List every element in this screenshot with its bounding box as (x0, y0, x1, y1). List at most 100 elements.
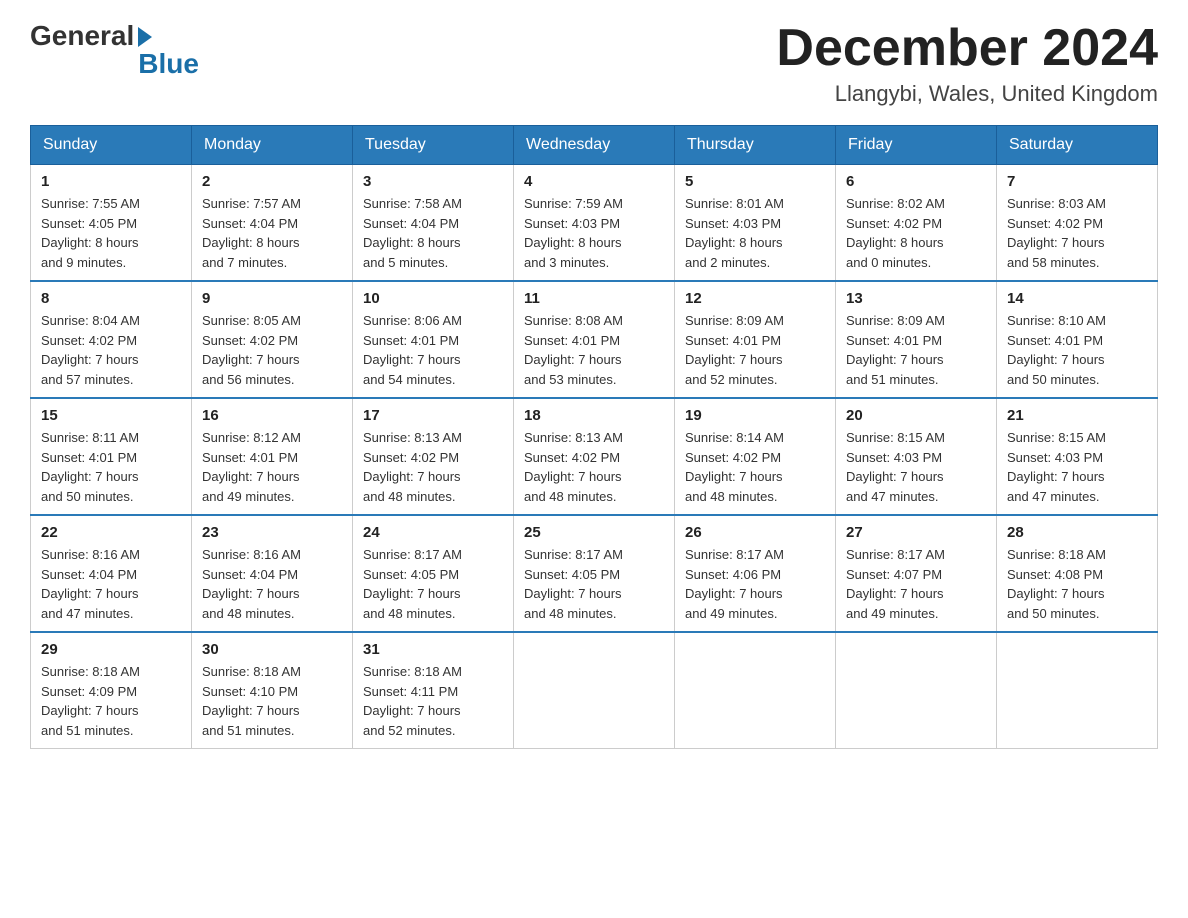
calendar-day-cell: 23 Sunrise: 8:16 AMSunset: 4:04 PMDaylig… (192, 515, 353, 632)
calendar-day-cell: 15 Sunrise: 8:11 AMSunset: 4:01 PMDaylig… (31, 398, 192, 515)
day-info: Sunrise: 8:01 AMSunset: 4:03 PMDaylight:… (685, 194, 825, 272)
day-number: 9 (202, 290, 342, 307)
day-info: Sunrise: 8:17 AMSunset: 4:06 PMDaylight:… (685, 545, 825, 623)
day-number: 10 (363, 290, 503, 307)
calendar-day-cell: 21 Sunrise: 8:15 AMSunset: 4:03 PMDaylig… (997, 398, 1158, 515)
day-info: Sunrise: 8:18 AMSunset: 4:09 PMDaylight:… (41, 662, 181, 740)
day-info: Sunrise: 8:03 AMSunset: 4:02 PMDaylight:… (1007, 194, 1147, 272)
day-info: Sunrise: 8:16 AMSunset: 4:04 PMDaylight:… (41, 545, 181, 623)
calendar-day-cell (675, 632, 836, 749)
day-info: Sunrise: 7:57 AMSunset: 4:04 PMDaylight:… (202, 194, 342, 272)
day-info: Sunrise: 8:09 AMSunset: 4:01 PMDaylight:… (685, 311, 825, 389)
day-info: Sunrise: 8:14 AMSunset: 4:02 PMDaylight:… (685, 428, 825, 506)
calendar-day-cell (836, 632, 997, 749)
calendar-day-cell: 4 Sunrise: 7:59 AMSunset: 4:03 PMDayligh… (514, 165, 675, 282)
calendar-day-cell: 11 Sunrise: 8:08 AMSunset: 4:01 PMDaylig… (514, 281, 675, 398)
day-number: 22 (41, 524, 181, 541)
day-number: 7 (1007, 173, 1147, 190)
day-info: Sunrise: 8:15 AMSunset: 4:03 PMDaylight:… (846, 428, 986, 506)
calendar-day-cell: 2 Sunrise: 7:57 AMSunset: 4:04 PMDayligh… (192, 165, 353, 282)
calendar-day-cell: 5 Sunrise: 8:01 AMSunset: 4:03 PMDayligh… (675, 165, 836, 282)
calendar-week-row: 1 Sunrise: 7:55 AMSunset: 4:05 PMDayligh… (31, 165, 1158, 282)
calendar-day-cell: 26 Sunrise: 8:17 AMSunset: 4:06 PMDaylig… (675, 515, 836, 632)
day-number: 17 (363, 407, 503, 424)
calendar-table: SundayMondayTuesdayWednesdayThursdayFrid… (30, 125, 1158, 749)
day-info: Sunrise: 8:05 AMSunset: 4:02 PMDaylight:… (202, 311, 342, 389)
calendar-header-friday: Friday (836, 126, 997, 165)
day-number: 13 (846, 290, 986, 307)
calendar-header-sunday: Sunday (31, 126, 192, 165)
calendar-header-tuesday: Tuesday (353, 126, 514, 165)
calendar-day-cell: 12 Sunrise: 8:09 AMSunset: 4:01 PMDaylig… (675, 281, 836, 398)
calendar-day-cell: 29 Sunrise: 8:18 AMSunset: 4:09 PMDaylig… (31, 632, 192, 749)
calendar-header-row: SundayMondayTuesdayWednesdayThursdayFrid… (31, 126, 1158, 165)
calendar-week-row: 15 Sunrise: 8:11 AMSunset: 4:01 PMDaylig… (31, 398, 1158, 515)
day-number: 12 (685, 290, 825, 307)
day-number: 3 (363, 173, 503, 190)
day-number: 19 (685, 407, 825, 424)
calendar-day-cell: 6 Sunrise: 8:02 AMSunset: 4:02 PMDayligh… (836, 165, 997, 282)
calendar-day-cell: 3 Sunrise: 7:58 AMSunset: 4:04 PMDayligh… (353, 165, 514, 282)
day-info: Sunrise: 8:16 AMSunset: 4:04 PMDaylight:… (202, 545, 342, 623)
calendar-day-cell: 22 Sunrise: 8:16 AMSunset: 4:04 PMDaylig… (31, 515, 192, 632)
day-number: 11 (524, 290, 664, 307)
day-number: 24 (363, 524, 503, 541)
calendar-day-cell: 1 Sunrise: 7:55 AMSunset: 4:05 PMDayligh… (31, 165, 192, 282)
calendar-week-row: 29 Sunrise: 8:18 AMSunset: 4:09 PMDaylig… (31, 632, 1158, 749)
day-info: Sunrise: 8:18 AMSunset: 4:10 PMDaylight:… (202, 662, 342, 740)
day-info: Sunrise: 8:11 AMSunset: 4:01 PMDaylight:… (41, 428, 181, 506)
calendar-day-cell: 18 Sunrise: 8:13 AMSunset: 4:02 PMDaylig… (514, 398, 675, 515)
calendar-day-cell (514, 632, 675, 749)
logo-blue-text: Blue (138, 48, 199, 80)
calendar-day-cell: 24 Sunrise: 8:17 AMSunset: 4:05 PMDaylig… (353, 515, 514, 632)
day-number: 4 (524, 173, 664, 190)
day-number: 26 (685, 524, 825, 541)
calendar-day-cell: 25 Sunrise: 8:17 AMSunset: 4:05 PMDaylig… (514, 515, 675, 632)
day-info: Sunrise: 7:59 AMSunset: 4:03 PMDaylight:… (524, 194, 664, 272)
day-number: 6 (846, 173, 986, 190)
calendar-day-cell: 31 Sunrise: 8:18 AMSunset: 4:11 PMDaylig… (353, 632, 514, 749)
calendar-day-cell: 14 Sunrise: 8:10 AMSunset: 4:01 PMDaylig… (997, 281, 1158, 398)
calendar-day-cell: 17 Sunrise: 8:13 AMSunset: 4:02 PMDaylig… (353, 398, 514, 515)
day-number: 1 (41, 173, 181, 190)
day-info: Sunrise: 8:17 AMSunset: 4:07 PMDaylight:… (846, 545, 986, 623)
day-info: Sunrise: 8:04 AMSunset: 4:02 PMDaylight:… (41, 311, 181, 389)
calendar-day-cell: 9 Sunrise: 8:05 AMSunset: 4:02 PMDayligh… (192, 281, 353, 398)
calendar-week-row: 8 Sunrise: 8:04 AMSunset: 4:02 PMDayligh… (31, 281, 1158, 398)
calendar-day-cell: 20 Sunrise: 8:15 AMSunset: 4:03 PMDaylig… (836, 398, 997, 515)
day-number: 28 (1007, 524, 1147, 541)
day-number: 16 (202, 407, 342, 424)
day-info: Sunrise: 8:10 AMSunset: 4:01 PMDaylight:… (1007, 311, 1147, 389)
day-info: Sunrise: 8:18 AMSunset: 4:11 PMDaylight:… (363, 662, 503, 740)
logo: General General Blue (30, 20, 199, 80)
day-number: 18 (524, 407, 664, 424)
day-info: Sunrise: 7:55 AMSunset: 4:05 PMDaylight:… (41, 194, 181, 272)
day-number: 31 (363, 641, 503, 658)
day-info: Sunrise: 8:08 AMSunset: 4:01 PMDaylight:… (524, 311, 664, 389)
calendar-week-row: 22 Sunrise: 8:16 AMSunset: 4:04 PMDaylig… (31, 515, 1158, 632)
day-info: Sunrise: 8:17 AMSunset: 4:05 PMDaylight:… (524, 545, 664, 623)
day-info: Sunrise: 8:13 AMSunset: 4:02 PMDaylight:… (524, 428, 664, 506)
calendar-header-thursday: Thursday (675, 126, 836, 165)
day-info: Sunrise: 8:09 AMSunset: 4:01 PMDaylight:… (846, 311, 986, 389)
logo-arrow-icon (138, 27, 152, 47)
calendar-header-saturday: Saturday (997, 126, 1158, 165)
day-info: Sunrise: 8:02 AMSunset: 4:02 PMDaylight:… (846, 194, 986, 272)
calendar-day-cell: 13 Sunrise: 8:09 AMSunset: 4:01 PMDaylig… (836, 281, 997, 398)
day-info: Sunrise: 8:18 AMSunset: 4:08 PMDaylight:… (1007, 545, 1147, 623)
day-number: 2 (202, 173, 342, 190)
day-info: Sunrise: 8:13 AMSunset: 4:02 PMDaylight:… (363, 428, 503, 506)
day-number: 14 (1007, 290, 1147, 307)
day-info: Sunrise: 8:12 AMSunset: 4:01 PMDaylight:… (202, 428, 342, 506)
day-number: 5 (685, 173, 825, 190)
calendar-day-cell (997, 632, 1158, 749)
calendar-day-cell: 8 Sunrise: 8:04 AMSunset: 4:02 PMDayligh… (31, 281, 192, 398)
calendar-day-cell: 27 Sunrise: 8:17 AMSunset: 4:07 PMDaylig… (836, 515, 997, 632)
day-number: 20 (846, 407, 986, 424)
calendar-header-monday: Monday (192, 126, 353, 165)
title-section: December 2024 Llangybi, Wales, United Ki… (776, 20, 1158, 107)
calendar-day-cell: 30 Sunrise: 8:18 AMSunset: 4:10 PMDaylig… (192, 632, 353, 749)
day-number: 15 (41, 407, 181, 424)
page-header: General General Blue December 2024 Llang… (30, 20, 1158, 107)
calendar-day-cell: 28 Sunrise: 8:18 AMSunset: 4:08 PMDaylig… (997, 515, 1158, 632)
